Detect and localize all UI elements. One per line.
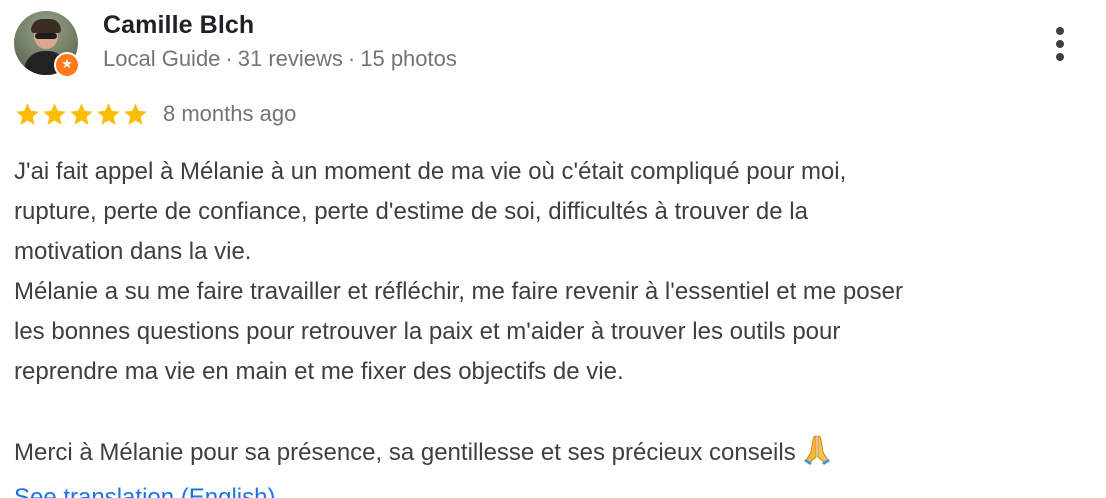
see-translation-link[interactable]: See translation (English) bbox=[14, 484, 275, 498]
reviews-count: 31 reviews bbox=[237, 46, 343, 71]
review-line: rupture, perte de confiance, perte d'est… bbox=[14, 198, 808, 225]
author-name[interactable]: Camille Blch bbox=[103, 11, 254, 40]
review-line-closing: Merci à Mélanie pour sa présence, sa gen… bbox=[14, 432, 1094, 479]
more-options-button[interactable] bbox=[1043, 22, 1077, 66]
meta-separator: · bbox=[225, 46, 233, 71]
star-icon bbox=[70, 102, 93, 125]
more-vert-icon bbox=[1056, 53, 1064, 61]
more-vert-icon bbox=[1056, 27, 1064, 35]
star-icon bbox=[124, 102, 147, 125]
star-icon bbox=[43, 102, 66, 125]
star-icon bbox=[97, 102, 120, 125]
rating-row: 8 months ago bbox=[14, 98, 296, 130]
star-rating bbox=[14, 101, 149, 128]
review-blank-line bbox=[14, 392, 1094, 432]
review-line: Merci à Mélanie pour sa présence, sa gen… bbox=[14, 439, 796, 466]
review-line: les bonnes questions pour retrouver la p… bbox=[14, 318, 841, 345]
more-vert-icon bbox=[1056, 40, 1064, 48]
review-card: ★ Camille Blch Local Guide · 31 reviews · 15… bbox=[0, 0, 1106, 498]
review-line: Mélanie a su me faire travailler et réfl… bbox=[14, 278, 903, 305]
photos-count: 15 photos bbox=[360, 46, 457, 71]
local-guide-star-icon: ★ bbox=[54, 52, 80, 78]
meta-separator: · bbox=[347, 46, 356, 71]
folded-hands-emoji bbox=[800, 432, 834, 479]
review-text: J'ai fait appel à Mélanie à un moment de… bbox=[14, 152, 1094, 479]
star-icon bbox=[16, 102, 39, 125]
review-line: motivation dans la vie. bbox=[14, 238, 252, 265]
review-line: J'ai fait appel à Mélanie à un moment de… bbox=[14, 158, 847, 185]
review-line: reprendre ma vie en main et me fixer des… bbox=[14, 358, 624, 385]
local-guide-label: Local Guide bbox=[103, 46, 221, 71]
review-date: 8 months ago bbox=[163, 101, 297, 126]
author-meta: Local Guide · 31 reviews · 15 photos bbox=[103, 46, 457, 72]
avatar[interactable]: ★ bbox=[14, 11, 80, 78]
